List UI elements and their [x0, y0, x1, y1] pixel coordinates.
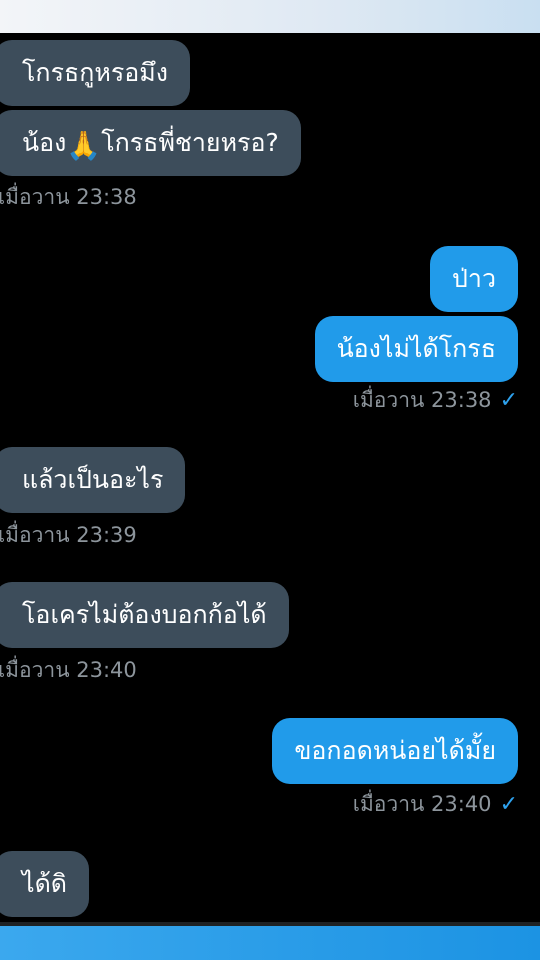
- message-text: ขอกอดหน่อยได้มั้ย: [294, 736, 496, 765]
- incoming-message-bubble[interactable]: โอเครไม่ต้องบอกก้อได้: [0, 582, 289, 648]
- incoming-message-bubble[interactable]: แล้วเป็นอะไร: [0, 447, 186, 513]
- message-text: โกรธพี่ชายหรอ?: [101, 128, 279, 157]
- message-text: ป่าว: [452, 264, 496, 293]
- outgoing-message-bubble[interactable]: ป่าว: [430, 246, 518, 312]
- incoming-message-bubble[interactable]: ได้ดิ: [0, 851, 90, 917]
- message-text: ได้ดิ: [22, 869, 68, 898]
- message-text: แล้วเป็นอะไร: [22, 465, 164, 494]
- message-timestamp-row: เมื่อวาน 23:40 ✓: [353, 789, 518, 819]
- incoming-message-bubble[interactable]: น้อง🙏โกรธพี่ชายหรอ?: [0, 110, 301, 176]
- message-timestamp-row: เมื่อวาน 23:38 ✓: [353, 385, 518, 415]
- bottom-bar: [0, 926, 540, 960]
- read-check-icon: ✓: [499, 388, 518, 413]
- message-timestamp: เมื่อวาน 23:38: [0, 185, 137, 209]
- read-check-icon: ✓: [499, 792, 518, 817]
- message-timestamp: เมื่อวาน 23:39: [0, 523, 137, 547]
- message-text: น้องไม่ได้โกรธ: [336, 334, 496, 363]
- message-text: โกรธกูหรอมึง: [22, 58, 168, 87]
- message-timestamp: เมื่อวาน 23:38: [352, 388, 492, 412]
- message-timestamp: เมื่อวาน 23:40: [0, 658, 137, 682]
- message-timestamp: เมื่อวาน 23:40: [352, 792, 492, 816]
- folded-hands-emoji-icon: 🙏: [66, 129, 102, 162]
- outgoing-message-bubble[interactable]: น้องไม่ได้โกรธ: [314, 316, 518, 382]
- top-status-bar: [0, 0, 540, 33]
- message-text: น้อง: [22, 128, 67, 157]
- message-text: โอเครไม่ต้องบอกก้อได้: [22, 600, 267, 629]
- incoming-message-bubble[interactable]: โกรธกูหรอมึง: [0, 40, 190, 106]
- outgoing-message-bubble[interactable]: ขอกอดหน่อยได้มั้ย: [272, 718, 518, 784]
- chat-message-list[interactable]: โกรธกูหรอมึง น้อง🙏โกรธพี่ชายหรอ? เมื่อวา…: [0, 33, 540, 922]
